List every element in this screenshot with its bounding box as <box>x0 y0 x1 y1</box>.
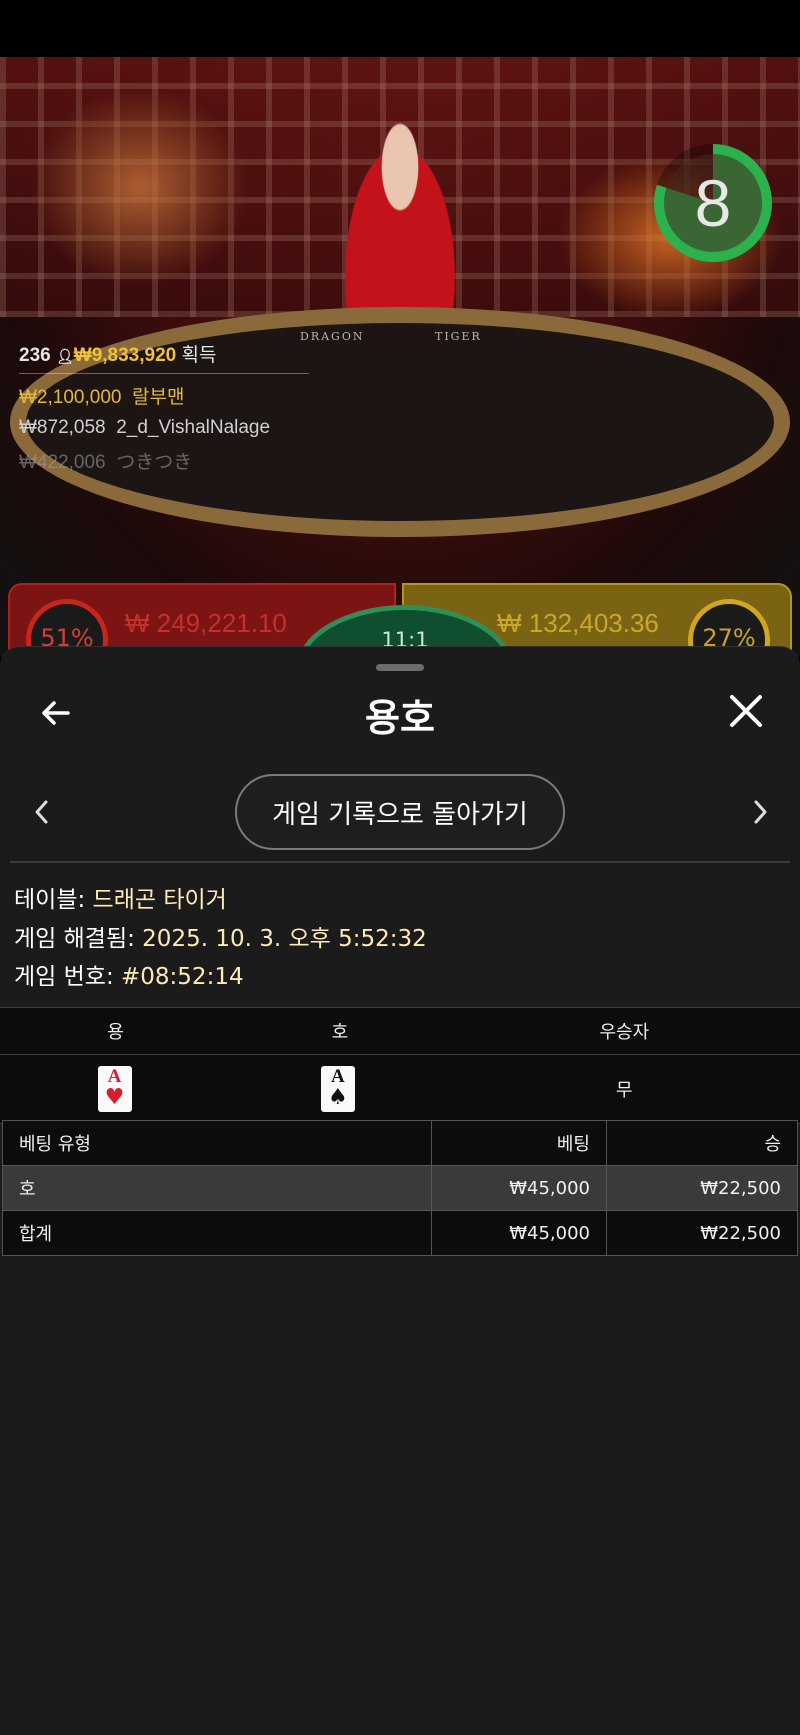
chevron-right-icon[interactable] <box>748 797 772 827</box>
dragon-card-cell: A ♥ <box>0 1054 232 1124</box>
status-bar <box>0 0 800 57</box>
winner-name: 랄부맨 <box>132 387 185 408</box>
bet-table: 베팅 유형 베팅 승 호 ₩45,000 ₩22,500 합계 ₩45,000 … <box>2 1120 798 1256</box>
winner-cell: 무 <box>448 1054 800 1124</box>
info-value: 드래곤 타이거 <box>92 887 227 913</box>
header-bet-type: 베팅 유형 <box>2 1120 432 1166</box>
info-resolved: 게임 해결됨: 2025. 10. 3. 오후 5:52:32 <box>14 919 427 953</box>
game-detail-sheet: 용호 게임 기록으로 돌아가기 테이블: 드래곤 타이거 게임 해결됨: 202… <box>0 646 800 1735</box>
info-value: #08:52:14 <box>121 964 244 990</box>
info-table: 테이블: 드래곤 타이거 <box>14 880 227 914</box>
dragon-total-bets: ₩ 249,221.10 <box>125 608 287 638</box>
sheet-drag-handle[interactable] <box>376 664 424 671</box>
header-bet: 베팅 <box>431 1120 607 1166</box>
info-game-number: 게임 번호: #08:52:14 <box>14 957 244 991</box>
result-header-row: 용 호 우승자 <box>0 1007 800 1055</box>
info-value: 2025. 10. 3. 오후 5:52:32 <box>142 926 427 952</box>
winner-row: ₩872,058 2_d_VishalNalage <box>19 417 309 439</box>
total-bet: ₩45,000 <box>431 1210 607 1256</box>
timer-value: 8 <box>664 154 762 252</box>
chevron-left-icon[interactable] <box>30 797 54 827</box>
betting-panels: 51% 27% ₩ 249,221.10 ₩ 132,403.36 11:1 <box>0 583 800 735</box>
spade-suit-icon: ♠ <box>327 1085 348 1110</box>
winner-name: 2_d_VishalNalage <box>116 417 271 438</box>
dragon-card: A ♥ <box>97 1066 132 1112</box>
winner-amount: ₩2,100,000 <box>19 387 122 408</box>
header-win: 승 <box>606 1120 798 1166</box>
winners-total-label: 획득 <box>181 345 217 366</box>
header-dragon: 용 <box>0 1007 232 1055</box>
close-icon[interactable] <box>728 693 764 729</box>
winners-total: ₩9,833,920 <box>73 345 177 366</box>
winners-count: 236 <box>19 345 51 366</box>
table-text-tiger: TIGER <box>435 330 482 343</box>
sheet-title: 용호 <box>365 696 435 740</box>
info-label: 테이블: <box>14 887 93 913</box>
winner-name: つきつき <box>116 452 193 473</box>
winner-amount: ₩422,006 <box>19 452 106 473</box>
winners-header: 236 👤︎₩9,833,920 획득 <box>19 340 309 374</box>
total-win: ₩22,500 <box>606 1210 798 1256</box>
card-rank: A <box>330 1066 345 1087</box>
win-amount: ₩22,500 <box>606 1165 798 1211</box>
bet-amount: ₩45,000 <box>431 1165 607 1211</box>
tiger-total-bets: ₩ 132,403.36 <box>497 608 659 638</box>
countdown-timer: 8 <box>654 144 772 262</box>
person-icon: 👤︎ <box>55 348 74 364</box>
back-to-history-button[interactable]: 게임 기록으로 돌아가기 <box>235 774 565 850</box>
bet-type: 호 <box>2 1165 432 1211</box>
total-row: 합계 ₩45,000 ₩22,500 <box>2 1210 798 1256</box>
tiger-card-cell: A ♠ <box>231 1054 449 1124</box>
info-label: 게임 해결됨: <box>14 926 143 952</box>
dealer <box>330 112 470 332</box>
result-table: 용 호 우승자 A ♥ A ♠ 무 <box>0 1007 800 1124</box>
winner-row: ₩422,006 つきつき <box>19 447 309 474</box>
tiger-card: A ♠ <box>320 1066 355 1112</box>
total-label: 합계 <box>2 1210 432 1256</box>
table-text-dragon: DRAGON <box>300 330 365 343</box>
header-tiger: 호 <box>231 1007 449 1055</box>
live-video-stream: DRAGON TIGER 8 236 👤︎₩9,833,920 획득 ₩2,10… <box>0 57 800 657</box>
bet-header-row: 베팅 유형 베팅 승 <box>2 1120 798 1166</box>
result-row: A ♥ A ♠ 무 <box>0 1054 800 1124</box>
heart-suit-icon: ♥ <box>104 1085 125 1110</box>
winner-row: ₩2,100,000 랄부맨 <box>19 382 309 409</box>
card-rank: A <box>107 1066 122 1087</box>
header-winner: 우승자 <box>448 1007 800 1055</box>
winner-amount: ₩872,058 <box>19 417 106 438</box>
dragon-statue <box>30 87 250 287</box>
info-label: 게임 번호: <box>14 964 122 990</box>
bet-row: 호 ₩45,000 ₩22,500 <box>2 1165 798 1211</box>
winners-list: 236 👤︎₩9,833,920 획득 ₩2,100,000 랄부맨 ₩872,… <box>19 340 309 474</box>
divider <box>10 861 790 863</box>
